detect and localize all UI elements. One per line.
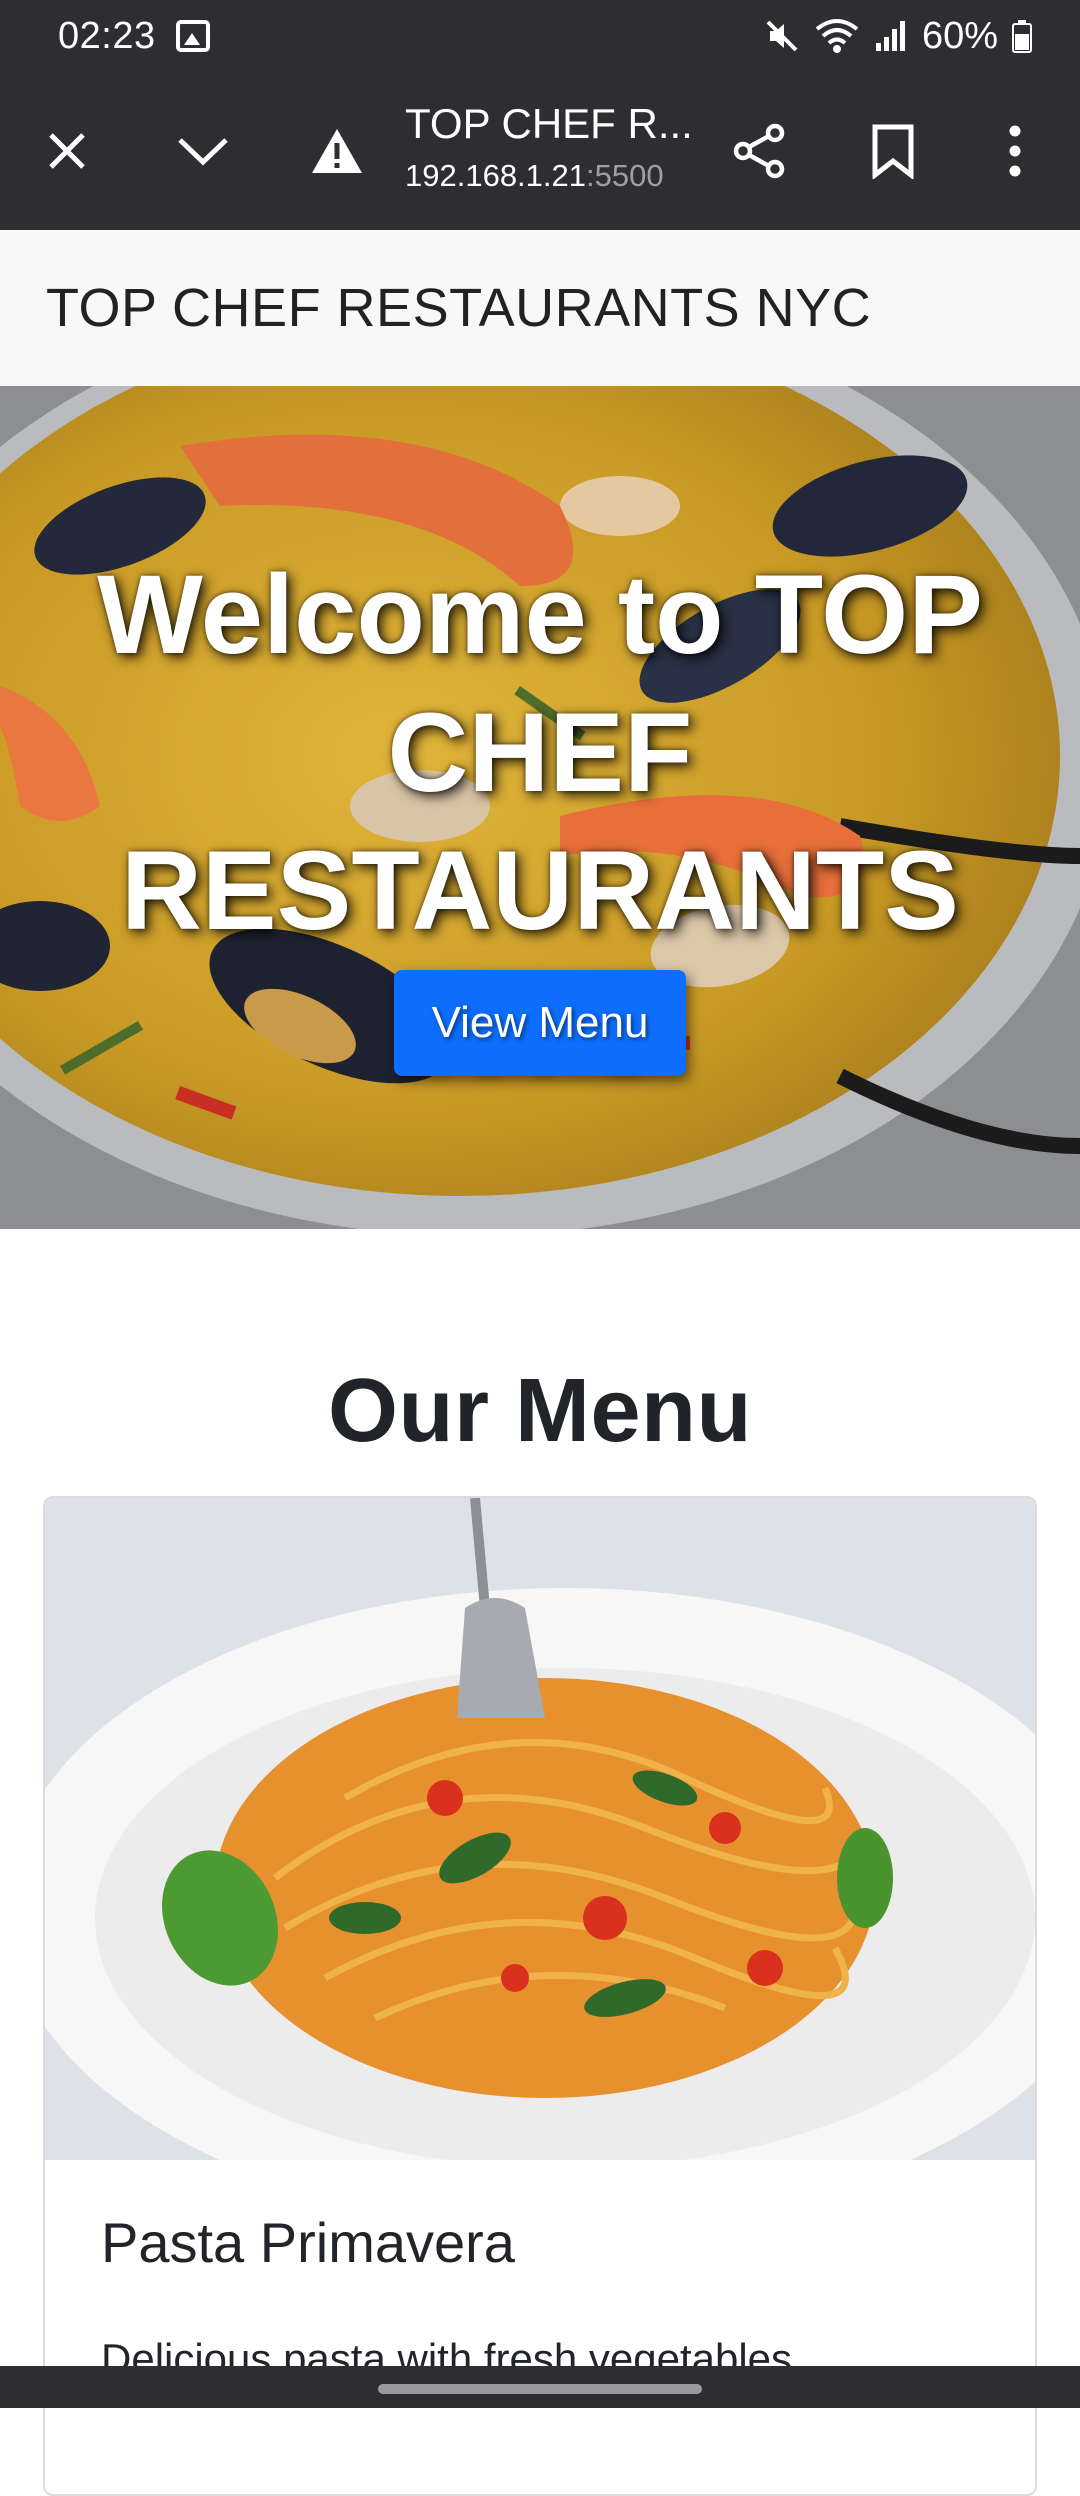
hero-section: Welcome to TOP CHEF RESTAURANTS NYC View…	[0, 386, 1080, 1229]
menu-heading: Our Menu	[328, 1361, 752, 1461]
mute-icon	[766, 20, 798, 52]
battery-icon	[1012, 20, 1032, 53]
warning-icon[interactable]	[302, 116, 372, 186]
view-menu-button[interactable]: View Menu	[394, 970, 686, 1076]
menu-card: Pasta Primavera Delicious pasta with fre…	[43, 1496, 1037, 2496]
site-navbar: TOP CHEF RESTAURANTS NYC	[0, 230, 1080, 386]
gesture-handle[interactable]	[378, 2384, 702, 2394]
browser-toolbar: TOP CHEF R... 192.168.1.21:5500	[0, 72, 1080, 230]
signal-icon	[875, 21, 905, 51]
chevron-down-icon[interactable]	[168, 116, 238, 186]
status-icons: 60%	[764, 15, 1032, 58]
close-icon[interactable]	[32, 116, 102, 186]
bookmark-icon[interactable]	[858, 116, 928, 186]
pasta-image	[45, 1498, 1035, 2160]
status-time: 02:23	[58, 14, 156, 57]
url-host: 192.168.1.21	[405, 158, 587, 193]
gallery-icon	[175, 20, 210, 52]
url-text: 192.168.1.21:5500	[405, 158, 705, 194]
url-bar[interactable]: TOP CHEF R... 192.168.1.21:5500	[405, 100, 705, 194]
menu-item-name: Pasta Primavera	[101, 2211, 515, 2274]
menu-card-image	[45, 1498, 1035, 2160]
site-brand[interactable]: TOP CHEF RESTAURANTS NYC	[46, 277, 871, 339]
url-port: :5500	[586, 158, 664, 193]
battery-percent: 60%	[921, 14, 998, 57]
more-vert-icon[interactable]	[980, 116, 1050, 186]
menu-card-body: Pasta Primavera Delicious pasta with fre…	[45, 2160, 1035, 2383]
tab-title: TOP CHEF R...	[405, 100, 693, 147]
share-icon[interactable]	[724, 116, 794, 186]
system-nav-bar	[0, 2366, 1080, 2408]
wifi-icon	[815, 19, 859, 53]
status-bar: 02:23 60%	[0, 0, 1080, 72]
